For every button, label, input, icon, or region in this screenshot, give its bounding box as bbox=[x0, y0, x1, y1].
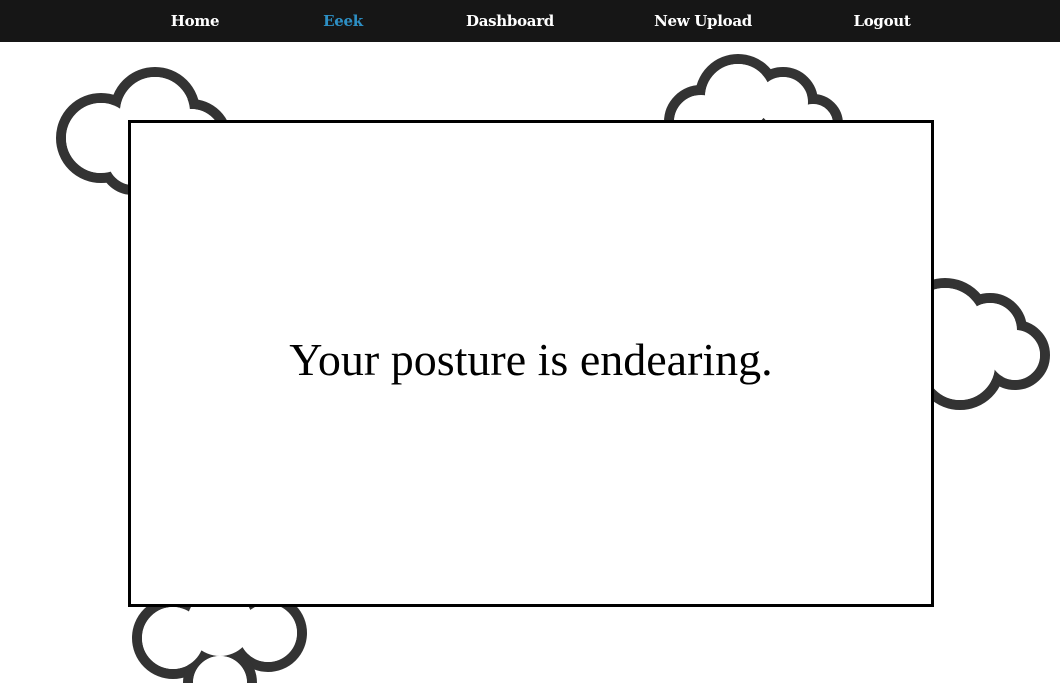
nav-home-link[interactable]: Home bbox=[171, 0, 220, 42]
message-card: Your posture is endearing. bbox=[128, 120, 934, 607]
nav-eeek-link[interactable]: Eeek bbox=[323, 0, 363, 42]
nav-dashboard-link[interactable]: Dashboard bbox=[466, 0, 554, 42]
message-text: Your posture is endearing. bbox=[289, 334, 773, 385]
top-navbar: Home Eeek Dashboard New Upload Logout bbox=[0, 0, 1060, 42]
nav-logout-link[interactable]: Logout bbox=[853, 0, 910, 42]
nav-new-upload-link[interactable]: New Upload bbox=[654, 0, 752, 42]
